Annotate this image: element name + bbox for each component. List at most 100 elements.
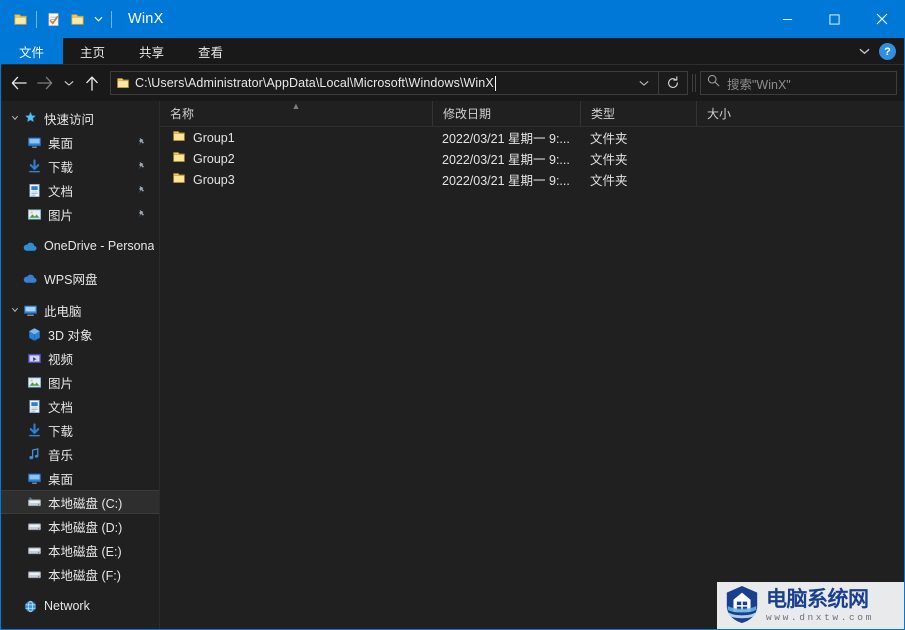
sidebar-item-drive-e[interactable]: 本地磁盘 (E:) [0, 538, 159, 562]
row-name-cell: Group1 [160, 129, 432, 146]
tab-share[interactable]: 共享 [122, 38, 181, 64]
table-row[interactable]: Group1 2022/03/21 星期一 9:... 文件夹 [160, 127, 905, 148]
column-header-size[interactable]: 大小 [696, 101, 776, 126]
recent-locations-button[interactable] [58, 70, 79, 96]
file-name: Group2 [193, 151, 235, 166]
folder-icon [172, 171, 186, 188]
sidebar-label: 本地磁盘 (F:) [48, 568, 121, 583]
pin-icon[interactable] [136, 137, 147, 148]
row-date-cell: 2022/03/21 星期一 9:... [442, 153, 570, 167]
onedrive-icon [22, 238, 38, 254]
sidebar-item-3d-objects[interactable]: 3D 对象 [0, 322, 159, 346]
chevron-down-icon[interactable] [8, 114, 22, 122]
row-type-cell: 文件夹 [590, 174, 628, 188]
tab-home[interactable]: 主页 [63, 38, 122, 64]
sidebar-label: 下载 [48, 160, 74, 175]
window-controls [764, 0, 905, 38]
drive-icon [26, 566, 42, 582]
watermark-title: 电脑系统网 [766, 587, 869, 612]
sidebar-label: 桌面 [48, 136, 74, 151]
sidebar-item-network[interactable]: Network [0, 594, 159, 618]
3d-objects-icon [26, 326, 42, 342]
file-rows: Group1 2022/03/21 星期一 9:... 文件夹 Group2 2… [160, 127, 905, 630]
text-caret [494, 75, 496, 91]
sidebar-label: 本地磁盘 (E:) [48, 544, 122, 559]
up-button[interactable] [79, 70, 105, 96]
chevron-down-icon[interactable] [8, 306, 22, 314]
chevron-down-icon[interactable] [853, 41, 875, 63]
sidebar-group-this-pc[interactable]: 此电脑 [0, 298, 159, 322]
row-name-cell: Group3 [160, 171, 432, 188]
folder-icon[interactable] [8, 6, 32, 32]
address-path-text: C:\Users\Administrator\AppData\Local\Mic… [135, 76, 494, 90]
sidebar-item-documents[interactable]: 文档 [0, 178, 159, 202]
new-folder-icon[interactable] [65, 6, 89, 32]
column-header-name[interactable]: ▲ 名称 [160, 101, 432, 126]
forward-button[interactable] [32, 70, 58, 96]
search-input[interactable]: 搜索"WinX" [700, 71, 897, 95]
pin-icon[interactable] [136, 161, 147, 172]
sidebar-item-downloads-pc[interactable]: 下载 [0, 418, 159, 442]
navigation-pane: 快速访问 桌面 下载 文档 图片 OneDrive - Persona WPS网… [0, 101, 160, 630]
sidebar-item-music[interactable]: 音乐 [0, 442, 159, 466]
search-splitter[interactable] [691, 71, 697, 95]
sidebar-item-pictures[interactable]: 图片 [0, 202, 159, 226]
sidebar-item-pictures-pc[interactable]: 图片 [0, 370, 159, 394]
maximize-button[interactable] [811, 0, 858, 38]
row-name-cell: Group2 [160, 150, 432, 167]
address-input[interactable]: C:\Users\Administrator\AppData\Local\Mic… [110, 71, 630, 95]
folder-icon [116, 76, 130, 90]
refresh-icon[interactable] [658, 71, 688, 95]
sidebar-item-drive-d[interactable]: 本地磁盘 (D:) [0, 514, 159, 538]
pin-icon[interactable] [136, 209, 147, 220]
download-icon [26, 158, 42, 174]
window-title: WinX [128, 11, 164, 27]
sort-ascending-icon: ▲ [291, 101, 301, 111]
sidebar-item-drive-f[interactable]: 本地磁盘 (F:) [0, 562, 159, 586]
quick-access-dropdown[interactable] [89, 6, 107, 32]
tab-file[interactable]: 文件 [0, 38, 64, 64]
minimize-button[interactable] [764, 0, 811, 38]
drive-icon [26, 542, 42, 558]
table-row[interactable]: Group3 2022/03/21 星期一 9:... 文件夹 [160, 169, 905, 190]
sidebar-item-documents-pc[interactable]: 文档 [0, 394, 159, 418]
row-date-cell: 2022/03/21 星期一 9:... [442, 132, 570, 146]
address-dropdown-button[interactable] [630, 71, 658, 95]
watermark-badge: 电脑系统网 www.dnxtw.com [717, 582, 905, 630]
sidebar-item-desktop-pc[interactable]: 桌面 [0, 466, 159, 490]
sidebar-item-downloads[interactable]: 下载 [0, 154, 159, 178]
sidebar-group-quick-access[interactable]: 快速访问 [0, 106, 159, 130]
sidebar-item-videos[interactable]: 视频 [0, 346, 159, 370]
back-button[interactable] [6, 70, 32, 96]
sidebar-label: OneDrive - Persona [44, 239, 155, 253]
sidebar-label: 音乐 [48, 448, 74, 463]
close-button[interactable] [858, 0, 905, 38]
table-row[interactable]: Group2 2022/03/21 星期一 9:... 文件夹 [160, 148, 905, 169]
row-type-cell: 文件夹 [590, 153, 628, 167]
document-icon [26, 398, 42, 414]
column-label: 大小 [707, 107, 732, 121]
help-button[interactable]: ? [879, 43, 896, 60]
pin-icon[interactable] [136, 185, 147, 196]
column-header-date[interactable]: 修改日期 [432, 101, 580, 126]
videos-icon [26, 350, 42, 366]
sidebar-label: 图片 [48, 376, 74, 391]
star-pin-icon [22, 110, 38, 126]
row-type-cell: 文件夹 [590, 132, 628, 146]
music-icon [26, 446, 42, 462]
tab-view[interactable]: 查看 [181, 38, 240, 64]
pictures-icon [26, 206, 42, 222]
address-bar[interactable]: C:\Users\Administrator\AppData\Local\Mic… [110, 71, 688, 95]
sidebar-item-desktop[interactable]: 桌面 [0, 130, 159, 154]
sidebar-item-drive-c[interactable]: 本地磁盘 (C:) [0, 490, 159, 514]
toolbar-separator [36, 10, 37, 28]
house-shield-logo [723, 584, 761, 629]
sidebar-item-onedrive[interactable]: OneDrive - Persona [0, 234, 159, 258]
column-header-type[interactable]: 类型 [580, 101, 696, 126]
file-explorer-window: WinX 文件 主页 共享 查看 ? C:\Users\Administrato… [0, 0, 905, 630]
file-name: Group1 [193, 130, 235, 145]
window-border-left [0, 0, 1, 630]
properties-icon[interactable] [41, 6, 65, 32]
sidebar-item-wps-cloud[interactable]: WPS网盘 [0, 266, 159, 290]
